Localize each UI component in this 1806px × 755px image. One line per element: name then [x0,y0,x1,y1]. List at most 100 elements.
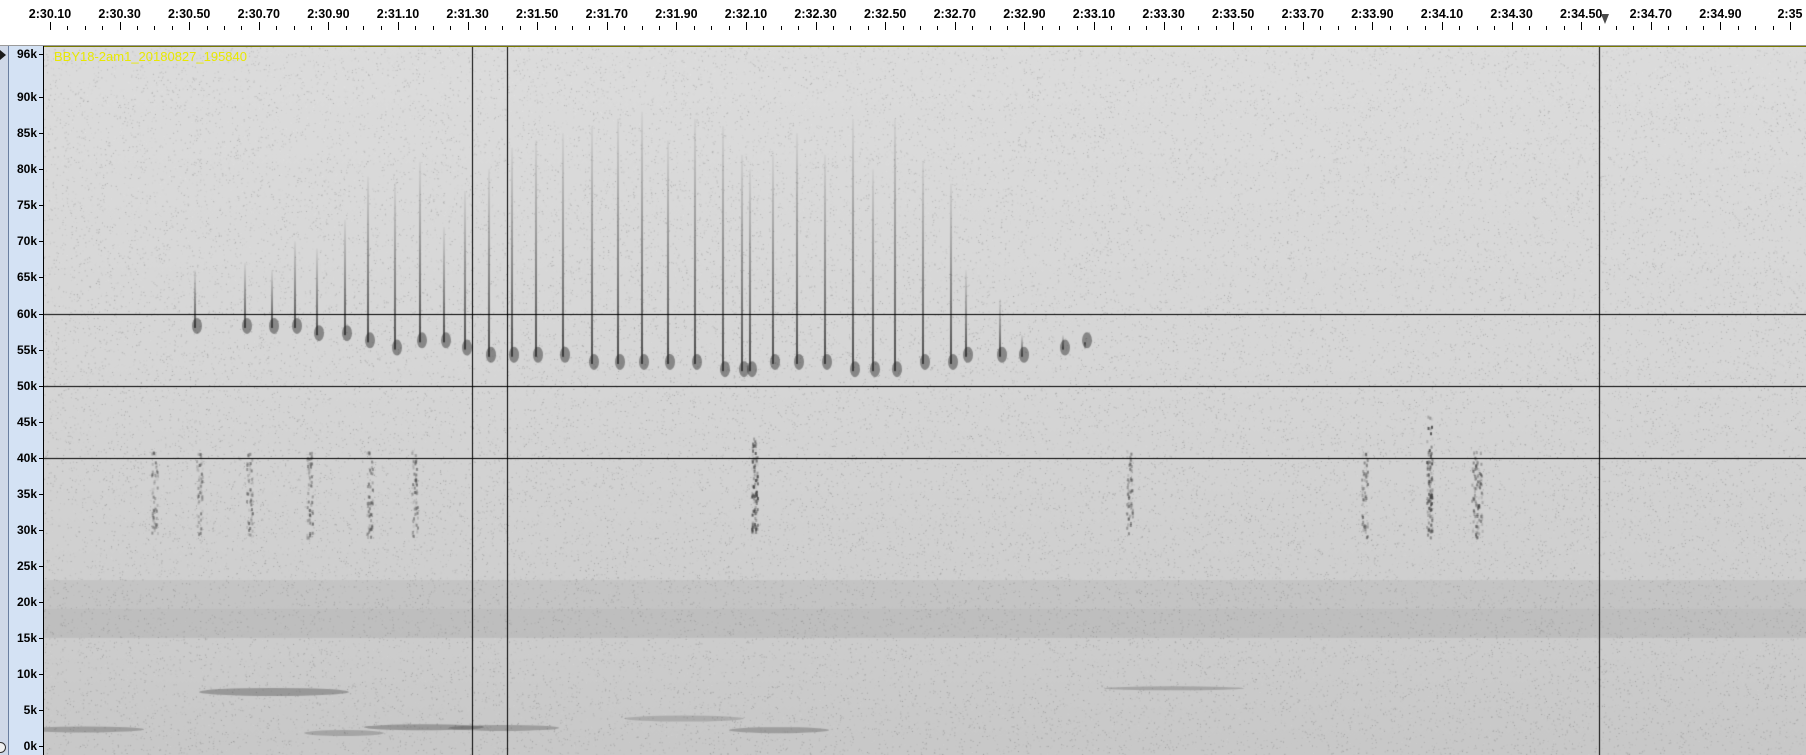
frequency-tick [39,457,43,459]
timeline-minor-tick [1146,26,1148,30]
timeline-minor-tick [485,26,486,30]
timeline-minor-tick [1076,26,1078,30]
timeline-minor-tick [1598,26,1600,30]
frequency-tick [39,673,43,675]
frequency-tick [39,637,43,639]
timeline-tick [954,22,956,30]
timeline-minor-tick [1059,26,1061,30]
frequency-label: 35k [16,486,37,501]
timeline-minor-tick [67,26,69,30]
timeline-minor-tick [1007,26,1008,30]
frequency-ruler[interactable]: 96k 90k 85k 80k 75k 70k 65k 60k 55k 50k 45k 40k 35k 3… [9,46,44,755]
timeline-minor-tick [102,26,104,30]
timeline-tick-label: 2:31.30 [446,7,489,21]
timeline-minor-tick [1320,26,1322,30]
timeline-minor-tick [1268,26,1269,30]
timeline-tick [398,22,399,30]
timeline-minor-tick [502,26,504,30]
frequency-tick [39,169,43,171]
timeline-tick [537,22,539,30]
frequency-label: 55k [16,342,37,357]
timeline-tick [1302,22,1304,30]
track-control-strip[interactable] [0,46,9,755]
timeline-minor-tick [293,26,295,30]
timeline-tick [1790,22,1791,30]
timeline-minor-tick [833,26,834,30]
timeline-minor-tick [589,26,591,30]
timeline-tick [885,22,887,30]
timeline-minor-tick [572,26,573,30]
frequency-tick [39,54,43,55]
timeline-minor-tick [850,26,852,30]
timeline-minor-tick [1285,26,1287,30]
frequency-tick [39,493,43,495]
frequency-tick [39,746,43,747]
timeline-minor-tick [380,26,382,30]
frequency-label: 10k [16,666,37,681]
clip-top-edge [44,46,1806,47]
timeline-minor-tick [554,26,556,30]
timeline-minor-tick [693,26,695,30]
timeline-tick [1511,22,1513,30]
frequency-tick [39,529,43,531]
timeline-tick [1442,22,1443,30]
timeline-tick [1024,22,1026,30]
timeline-minor-tick [432,26,434,30]
timeline-ruler[interactable]: 2:30.10 2:30.30 2:30.50 2:30.70 2:30.90 2:31.… [0,0,1806,46]
timeline-tick-label: 2:32.10 [724,7,768,21]
timeline-tick [258,22,260,30]
timeline-tick-label: 2:33.50 [1211,7,1255,21]
timeline-tick-label: 2:30.10 [28,7,72,21]
timeline-tick [676,22,678,30]
timeline-minor-tick [450,26,452,30]
timeline-tick [1163,22,1165,30]
timeline-tick-label: 2:30.50 [167,7,211,21]
timeline-minor-tick [1407,26,1409,30]
timeline-minor-tick [415,26,417,30]
timeline-minor-tick [972,26,974,30]
frequency-tick [39,349,43,351]
timeline-tick [1233,22,1235,30]
timeline-tick-label: 2:30.30 [98,7,141,21]
timeline-tick-label: 2:34.50 [1559,7,1603,21]
timeline-tick-label: 2:31.70 [585,7,628,21]
timeline-tick-label: 2:34.30 [1490,7,1533,21]
frequency-tick [39,133,43,135]
frequency-tick [39,601,43,603]
timeline-tick [50,22,51,30]
timeline-tick-label: 2:33.10 [1072,7,1116,21]
timeline-minor-tick [1546,26,1548,30]
circle-icon[interactable] [0,742,6,753]
timeline-minor-tick [241,26,243,30]
timeline-tick-label: 2:33.70 [1281,7,1324,21]
timeline-minor-tick [1668,26,1670,30]
timeline-minor-tick [1424,26,1426,30]
timeline-tick [328,22,330,30]
timeline-minor-tick [711,26,713,30]
spectrogram-view[interactable]: BBY18-2am1_20180827_195840 [44,46,1806,755]
collapse-arrow-icon[interactable] [0,50,6,60]
timeline-tick [815,22,817,30]
clip-title[interactable]: BBY18-2am1_20180827_195840 [54,49,247,64]
spectrogram-canvas[interactable] [44,46,1806,755]
timeline-minor-tick [1737,26,1739,30]
timeline-minor-tick [311,26,312,30]
timeline-minor-tick [902,26,904,30]
timeline-minor-tick [1476,26,1478,30]
timeline-minor-tick [1181,26,1182,30]
frequency-label: 0k [23,739,37,753]
timeline-minor-tick [1198,26,1200,30]
frequency-tick [39,277,43,279]
timeline-minor-tick [1529,26,1530,30]
timeline-tick-label: 2:32.90 [1003,7,1046,21]
timeline-tick [119,22,121,30]
frequency-label: 80k [16,162,37,177]
timeline-minor-tick [1772,26,1774,30]
timeline-minor-tick [989,26,991,30]
playhead-marker-icon[interactable] [1601,14,1609,24]
frequency-label: 96k [16,47,37,61]
timeline-minor-tick [154,26,156,30]
timeline-minor-tick [345,26,347,30]
timeline-minor-tick [1703,26,1704,30]
timeline-minor-tick [1494,26,1496,30]
